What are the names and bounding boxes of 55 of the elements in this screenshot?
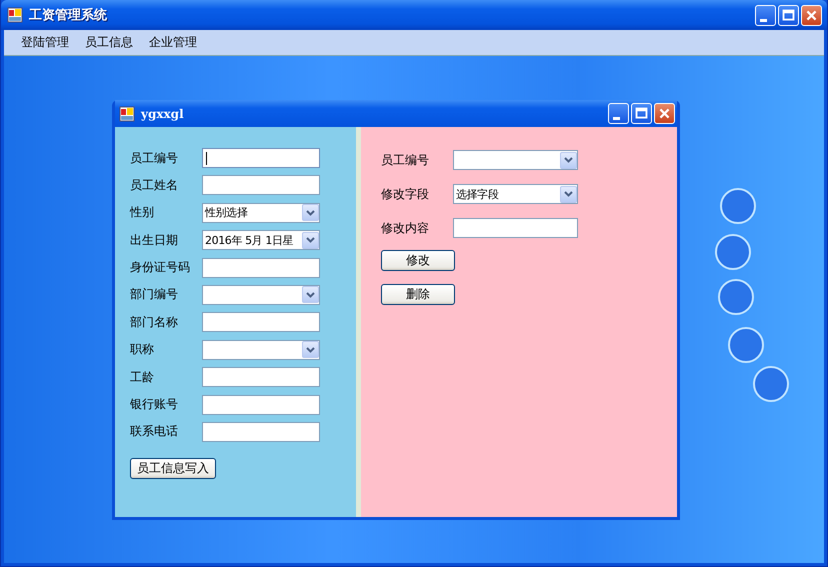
- minimize-icon: [760, 18, 767, 22]
- dropdown-field[interactable]: [202, 340, 320, 360]
- close-button[interactable]: [801, 4, 822, 26]
- maximize-button[interactable]: [631, 103, 652, 124]
- field-label: 部门编号: [130, 286, 179, 304]
- text-field[interactable]: [453, 218, 578, 238]
- text-field[interactable]: [202, 175, 320, 196]
- text-field[interactable]: [202, 394, 320, 415]
- field-value: 选择字段: [456, 186, 500, 202]
- text-field[interactable]: [202, 148, 320, 168]
- field-label: 职称: [130, 341, 155, 358]
- field-label: 员工编号: [381, 152, 430, 168]
- form-button[interactable]: 修改: [381, 250, 455, 271]
- text-field[interactable]: [202, 367, 320, 388]
- field-value: 2016年 5月 1日星: [205, 232, 294, 248]
- dropdown-field[interactable]: 2016年 5月 1日星: [202, 230, 320, 250]
- text-cursor: [206, 152, 207, 164]
- orb-icon: [720, 188, 756, 224]
- text-field[interactable]: [202, 258, 320, 278]
- field-label: 工龄: [130, 368, 155, 386]
- text-field[interactable]: [202, 422, 320, 442]
- close-button[interactable]: [654, 103, 675, 124]
- field-label: 员工姓名: [130, 176, 179, 194]
- field-label: 员工编号: [130, 150, 179, 166]
- menu-item[interactable]: 企业管理: [142, 32, 204, 53]
- field-label: 银行账号: [130, 396, 179, 414]
- orb-icon: [753, 366, 789, 402]
- field-label: 部门名称: [130, 314, 179, 331]
- menu-item[interactable]: 登陆管理: [14, 32, 76, 53]
- app-icon: [119, 106, 135, 122]
- field-label: 性别: [130, 204, 155, 222]
- field-label: 修改内容: [381, 220, 430, 236]
- field-label: 修改字段: [381, 186, 430, 202]
- minimize-button[interactable]: [608, 103, 629, 124]
- field-label: 身份证号码: [130, 259, 191, 276]
- field-label: 联系电话: [130, 423, 179, 440]
- field-value: 性别选择: [205, 205, 248, 220]
- form-button[interactable]: 删除: [381, 284, 455, 305]
- dropdown-field[interactable]: 性别选择: [202, 202, 320, 223]
- field-label: 出生日期: [130, 232, 179, 249]
- minimize-button[interactable]: [755, 4, 776, 26]
- menu-item[interactable]: 员工信息: [78, 32, 140, 53]
- dropdown-field[interactable]: 选择字段: [453, 184, 578, 204]
- window-title: 工资管理系统: [29, 6, 108, 24]
- app-icon: [7, 7, 23, 23]
- dropdown-field[interactable]: [453, 150, 578, 170]
- orb-icon: [728, 327, 764, 363]
- orb-icon: [718, 279, 754, 315]
- dropdown-field[interactable]: [202, 284, 320, 305]
- minimize-icon: [613, 117, 620, 120]
- maximize-button[interactable]: [778, 4, 799, 26]
- text-field[interactable]: [202, 312, 320, 332]
- window-title: ygxxgl: [141, 106, 185, 120]
- orb-icon: [715, 234, 751, 270]
- form-button[interactable]: 员工信息写入: [130, 458, 216, 480]
